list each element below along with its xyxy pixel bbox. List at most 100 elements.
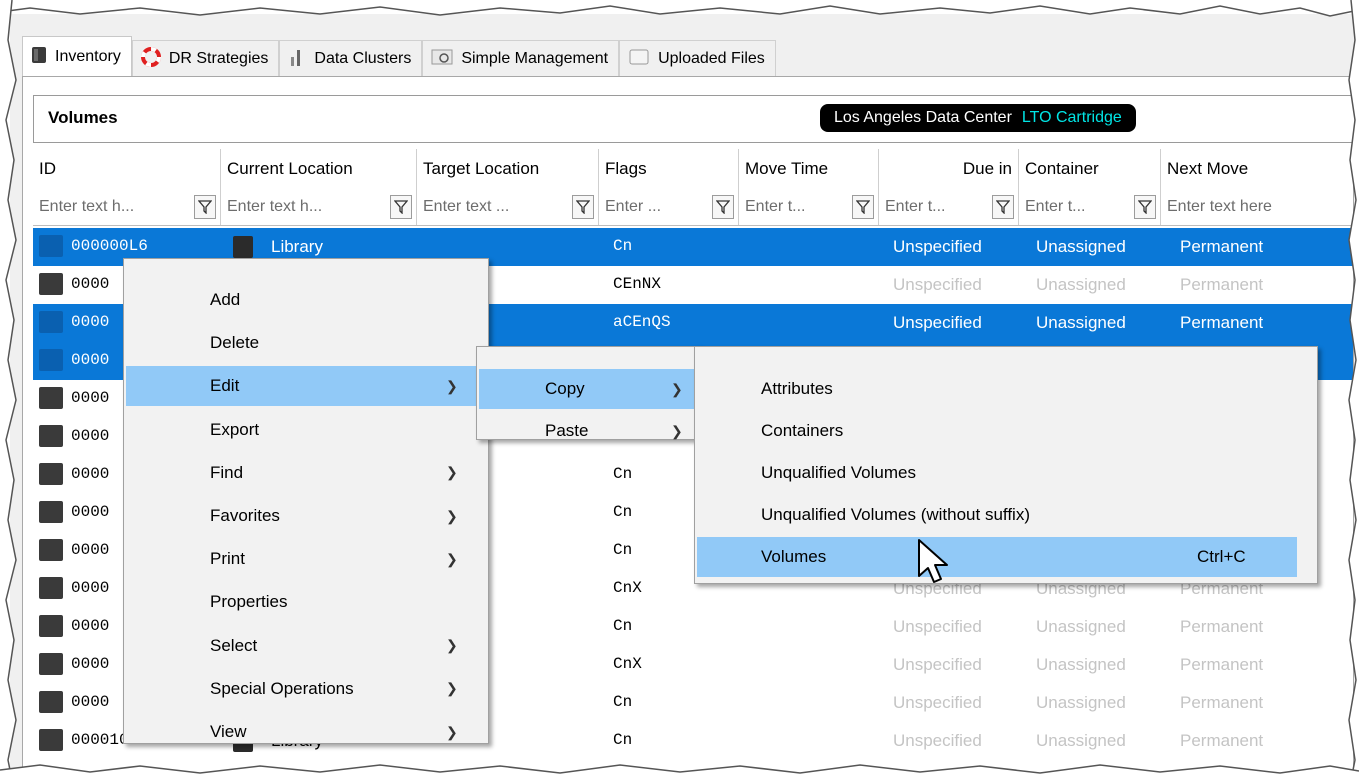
cell-next-move: Permanent [1180,313,1264,332]
menu-item-properties[interactable]: Properties [126,582,486,622]
cell-id: 0000 [71,465,110,483]
cell-id: 0000 [71,389,110,407]
filter-input-target-location[interactable]: Enter text ... [423,198,509,216]
menu-item-export[interactable]: Export [126,410,486,450]
copy-menu-item-unqualified-volumes-without-suffix[interactable]: Unqualified Volumes (without suffix) [697,495,1297,535]
tab-label: DR Strategies [168,50,269,67]
grid-header: ID Current Location Target Location Flag… [33,149,1353,189]
panel-header: Volumes Los Angeles Data Center LTO Cart… [33,95,1354,143]
column-header-container[interactable]: Container [1019,149,1161,189]
copy-menu-item-attributes[interactable]: Attributes [697,369,1297,409]
filter-cell: Enter text h... [221,189,417,225]
menu-item-label: Unqualified Volumes [761,463,916,482]
copy-menu-item-unqualified-volumes[interactable]: Unqualified Volumes [697,453,1297,493]
filter-cell: Enter t... [739,189,879,225]
filter-input-next-move[interactable]: Enter text here [1167,198,1272,216]
tab-dr-strategies[interactable]: DR Strategies [131,40,280,77]
menu-item-label: Delete [210,333,260,353]
app-window: Inventory DR Strategies Data Clusters Si… [10,14,1359,780]
library-icon [233,236,253,258]
cell-next-move: Permanent [1180,237,1264,256]
volume-icon [39,653,63,675]
datacenter-badge[interactable]: Los Angeles Data Center LTO Cartridge [820,104,1136,132]
menu-item-label: Unqualified Volumes (without suffix) [761,505,1030,524]
menu-item-find[interactable]: Find ❯ [126,453,486,493]
tab-label: Simple Management [461,50,609,67]
filter-icon[interactable] [194,195,216,219]
filter-icon[interactable] [712,195,734,219]
filter-input-due-in[interactable]: Enter t... [885,198,945,216]
tab-label: Inventory [55,48,121,65]
tab-label: Data Clusters [314,50,412,67]
cell-container: Unassigned [1036,693,1126,712]
copy-menu-item-volumes[interactable]: Volumes Ctrl+C [697,537,1297,577]
cell-flags: Cn [613,731,633,749]
cell-due: Unspecified [893,617,982,636]
menu-item-label: Attributes [761,379,833,398]
menu-item-edit[interactable]: Edit ❯ [126,366,486,407]
volume-icon [39,387,63,409]
cell-location: Library [271,237,323,256]
filter-cell: Enter t... [879,189,1019,225]
cell-id: 0000 [71,655,110,673]
edit-menu-item-paste[interactable]: Paste ❯ [479,411,697,451]
menu-item-label: Edit [210,376,240,396]
filter-cell: Enter text here [1161,189,1353,225]
filter-input-flags[interactable]: Enter ... [605,198,661,216]
column-header-due-in[interactable]: Due in [879,149,1019,189]
cell-next-move: Permanent [1180,617,1264,636]
copy-submenu: Attributes Containers Unqualified Volumes U… [694,346,1318,584]
filter-icon[interactable] [572,195,594,219]
cell-next-move: Permanent [1180,731,1264,750]
filter-input-id[interactable]: Enter text h... [39,198,134,216]
edit-menu-item-copy[interactable]: Copy ❯ [479,369,697,409]
menu-item-special-operations[interactable]: Special Operations ❯ [126,669,486,709]
copy-menu-item-containers[interactable]: Containers [697,411,1297,451]
management-icon [431,48,453,71]
column-header-id[interactable]: ID [33,149,221,189]
menu-item-delete[interactable]: Delete [126,323,486,363]
cell-id: 0000 [71,693,110,711]
filter-input-move-time[interactable]: Enter t... [745,198,805,216]
cell-id: 0000 [71,541,110,559]
filter-input-current-location[interactable]: Enter text h... [227,198,322,216]
filter-icon[interactable] [992,195,1014,219]
column-header-move-time[interactable]: Move Time [739,149,879,189]
filter-icon[interactable] [1134,195,1156,219]
menu-item-label: Copy [545,379,585,398]
chevron-right-icon: ❯ [446,723,458,740]
column-header-next-move[interactable]: Next Move [1161,149,1353,189]
cell-flags: Cn [613,503,633,521]
tab-inventory[interactable]: Inventory [22,36,132,77]
menu-item-label: Special Operations [210,678,354,698]
menu-item-label: View [210,722,247,741]
filter-input-container[interactable]: Enter t... [1025,198,1085,216]
cell-container: Unassigned [1036,617,1126,636]
column-header-target-location[interactable]: Target Location [417,149,599,189]
column-header-flags[interactable]: Flags [599,149,739,189]
cell-flags: aCEnQS [613,313,671,331]
context-menu: Add Delete Edit ❯ Export Find ❯ Favorites ❯ Print… [123,258,489,744]
tab-uploaded-files[interactable]: Uploaded Files [619,40,776,77]
filter-icon[interactable] [852,195,874,219]
chevron-right-icon: ❯ [671,380,683,397]
column-header-current-location[interactable]: Current Location [221,149,417,189]
menu-item-select[interactable]: Select ❯ [126,626,486,666]
cell-id: 0000 [71,313,110,331]
cell-id: 000000L6 [71,237,148,255]
chevron-right-icon: ❯ [446,464,458,481]
volume-icon [39,615,63,637]
cell-flags: Cn [613,617,633,635]
menu-item-print[interactable]: Print ❯ [126,539,486,579]
filter-cell: Enter t... [1019,189,1161,225]
filter-icon[interactable] [390,195,412,219]
tab-simple-management[interactable]: Simple Management [422,40,620,77]
tab-data-clusters[interactable]: Data Clusters [279,40,423,77]
volume-icon [39,691,63,713]
volume-icon [39,425,63,447]
menu-item-view[interactable]: View ❯ [126,712,486,752]
menu-item-add[interactable]: Add [126,280,486,320]
cell-container: Unassigned [1036,655,1126,674]
menu-item-favorites[interactable]: Favorites ❯ [126,496,486,536]
cell-next-move: Permanent [1180,693,1264,712]
